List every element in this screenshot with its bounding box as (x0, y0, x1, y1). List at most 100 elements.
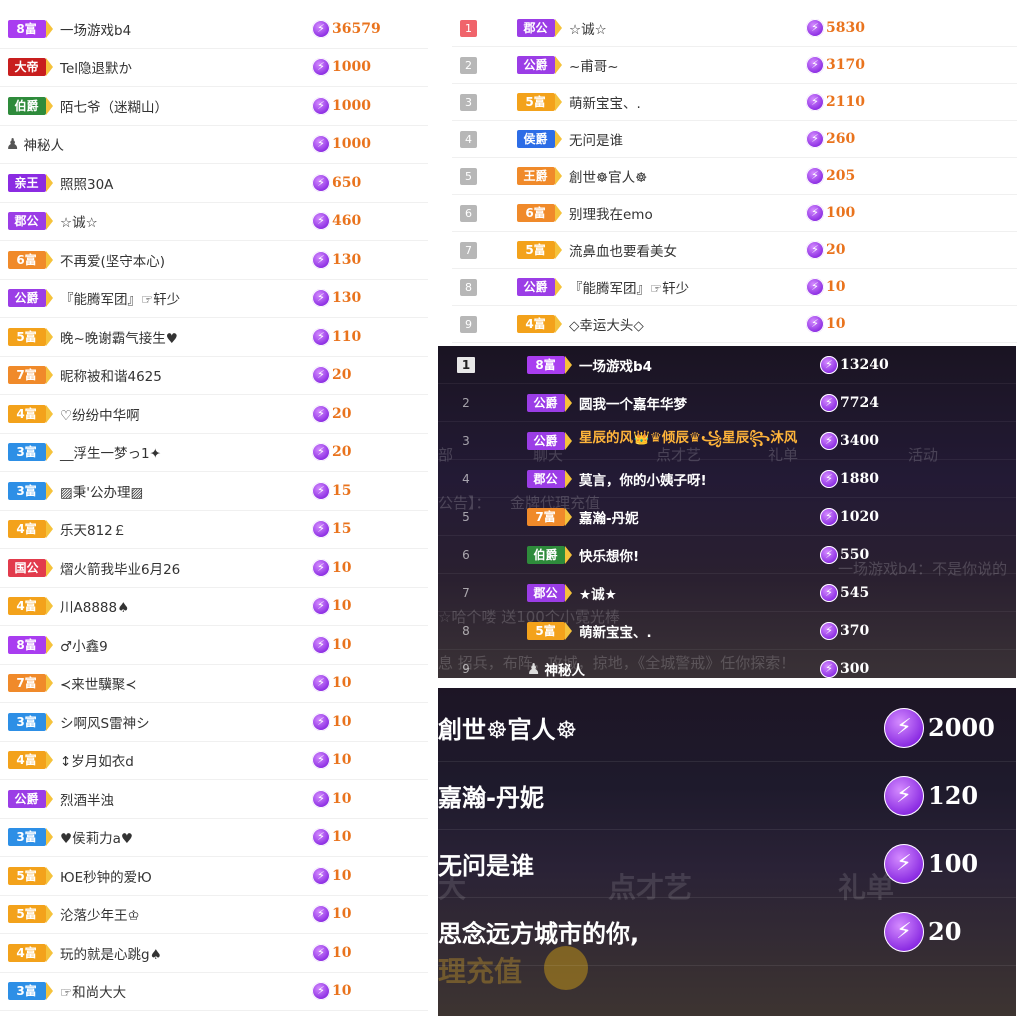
user-name[interactable]: 神秘人 (544, 659, 585, 679)
lightning-gift-icon (884, 911, 924, 952)
user-name[interactable]: 昵称被和谐4625 (60, 365, 162, 385)
lightning-gift-icon (806, 130, 824, 148)
user-name[interactable]: Tel隐退默か (60, 57, 132, 77)
user-name[interactable]: 不再爱(坚守本心) (60, 250, 165, 270)
user-name[interactable]: 烈酒半浊 (60, 789, 114, 809)
user-name[interactable]: ♂小鑫9 (60, 635, 108, 655)
ranking-row: 思念远方城市的你, 20 (438, 898, 1016, 966)
ranking-row: 2 公爵 ~甫哥~ 3170 (452, 47, 1017, 84)
user-name[interactable]: 别理我在emo (569, 203, 653, 223)
gift-value: 260 (806, 130, 855, 148)
lightning-gift-icon (806, 241, 824, 259)
user-name[interactable]: __浮生一梦っ1✦ (60, 442, 161, 462)
user-name[interactable]: 神秘人 (23, 134, 64, 154)
user-name[interactable]: 流鼻血也要看美女 (569, 240, 677, 260)
lightning-gift-icon (312, 751, 330, 770)
user-name[interactable]: 思念远方城市的你, (438, 914, 639, 949)
user-name[interactable]: 嘉瀚-丹妮 (579, 507, 639, 527)
user-name[interactable]: ♡纷纷中华啊 (60, 404, 140, 424)
user-name[interactable]: 晚~晚谢霸气接生♥ (60, 327, 178, 347)
list-item: 5富沦落少年王♔ 10 (0, 896, 428, 934)
gift-value: 370 (820, 621, 869, 640)
user-name[interactable]: 星辰的风👑♛倾辰♛꧁星辰꧂沐风 (579, 426, 797, 455)
user-name[interactable]: 萌新宝宝、. (569, 92, 641, 112)
user-name[interactable]: 創世☸官人☸ (438, 710, 577, 745)
gift-amount: 650 (332, 174, 362, 191)
rank-number: 3 (460, 93, 477, 111)
list-item: 郡公 ☆诚☆ 460 (0, 203, 428, 241)
user-name[interactable]: 川A8888♠ (60, 596, 129, 616)
user-name[interactable]: 創世☸官人☸ (569, 166, 647, 186)
user-name[interactable]: ☆诚☆ (60, 211, 98, 231)
ranking-row: 1 8富一场游戏b4 13240 (438, 346, 1016, 384)
user-name[interactable]: 快乐想你! (579, 545, 639, 565)
list-item: 8富一场游戏b4 36579 (0, 10, 428, 49)
gift-value: 1880 (820, 469, 879, 488)
user-name[interactable]: 乐天812￡ (60, 519, 126, 539)
lightning-gift-icon (806, 167, 824, 185)
ranking-row: 7 郡公 ★诚★ 545 (438, 574, 1016, 612)
user-name[interactable]: ↕岁月如衣d (60, 750, 134, 770)
user-name[interactable]: 熠火箭我毕业6月26 (60, 558, 180, 578)
list-item: 4富川A8888♠ 10 (0, 588, 428, 626)
gift-amount: 205 (826, 168, 856, 184)
user-name[interactable]: ≺来世驥聚≺ (60, 673, 137, 693)
user-name[interactable]: ◇幸运大头◇ (569, 314, 644, 334)
rank-badge: 公爵 (527, 431, 572, 450)
user-name[interactable]: シ啊风S雷神シ (60, 712, 150, 732)
lightning-gift-icon (884, 775, 924, 816)
rank-number: 2 (460, 56, 477, 74)
user-name[interactable]: ▨秉'公办理▨ (60, 481, 143, 501)
gift-amount: 1020 (840, 508, 879, 525)
list-item: 4富 ♡纷纷中华啊 20 (0, 395, 428, 434)
rank-badge: 大帝 (8, 58, 53, 77)
gift-value: 650 (312, 173, 362, 192)
rank-number: 2 (462, 395, 470, 410)
lightning-gift-icon (820, 469, 838, 488)
rank-badge: 公爵 (517, 278, 562, 296)
user-name[interactable]: ♥侯莉力a♥ (60, 827, 133, 847)
user-name[interactable]: ☆诚☆ (569, 18, 607, 38)
user-name[interactable]: 一场游戏b4 (60, 19, 131, 39)
user-name[interactable]: 陌七爷（迷糊山） (60, 96, 168, 116)
rank-badge: 4富 (8, 943, 53, 962)
user-name[interactable]: ★诚★ (579, 583, 617, 603)
user-name[interactable]: 莫言，你的小姨子呀! (579, 469, 707, 489)
user-name[interactable]: 无问是谁 (438, 846, 534, 881)
gift-value: 100 (884, 843, 978, 884)
user-name[interactable]: 嘉瀚-丹妮 (438, 778, 544, 813)
user-name[interactable]: 一场游戏b4 (579, 355, 652, 375)
user-name[interactable]: 『能腾军团』☞轩少 (60, 288, 180, 308)
gift-value: 20 (806, 241, 845, 259)
gift-amount: 20 (332, 444, 352, 461)
rank-number: 8 (462, 623, 470, 638)
gift-value: 550 (820, 545, 869, 564)
user-name[interactable]: 沦落少年王♔ (60, 904, 140, 924)
user-name[interactable]: 萌新宝宝、. (579, 621, 652, 641)
gift-value: 10 (806, 315, 845, 333)
lightning-gift-icon (312, 58, 330, 77)
gift-value: 7724 (820, 393, 879, 412)
user-name[interactable]: 『能腾军团』☞轩少 (569, 277, 689, 297)
gift-amount: 3400 (840, 432, 879, 449)
gift-value: 10 (312, 866, 351, 885)
ranking-row: 9 ♟神秘人 300 (438, 650, 1016, 678)
user-name[interactable]: 玩的就是心跳g♠ (60, 943, 162, 963)
rank-badge: 6富 (517, 204, 562, 222)
user-name[interactable]: ~甫哥~ (569, 55, 619, 75)
user-name[interactable]: 圆我一个嘉年华梦 (579, 393, 687, 413)
rank-badge: 伯爵 (8, 96, 53, 115)
ranking-row: 3 公爵星辰的风👑♛倾辰♛꧁星辰꧂沐风 3400 (438, 422, 1016, 460)
rank-badge: 3富 (8, 828, 53, 847)
lightning-gift-icon (820, 545, 838, 564)
gift-amount: 300 (840, 660, 870, 677)
gift-value: 545 (820, 583, 869, 602)
user-name[interactable]: ЮE秒钟的爱Ю (60, 866, 152, 886)
lightning-gift-icon (312, 327, 330, 346)
user-name[interactable]: 无问是谁 (569, 129, 623, 149)
lightning-gift-icon (312, 866, 330, 885)
gift-value: 100 (806, 204, 855, 222)
lightning-gift-icon (312, 905, 330, 924)
user-name[interactable]: 照照30A (60, 173, 113, 193)
user-name[interactable]: ☞和尚大大 (60, 981, 126, 1001)
